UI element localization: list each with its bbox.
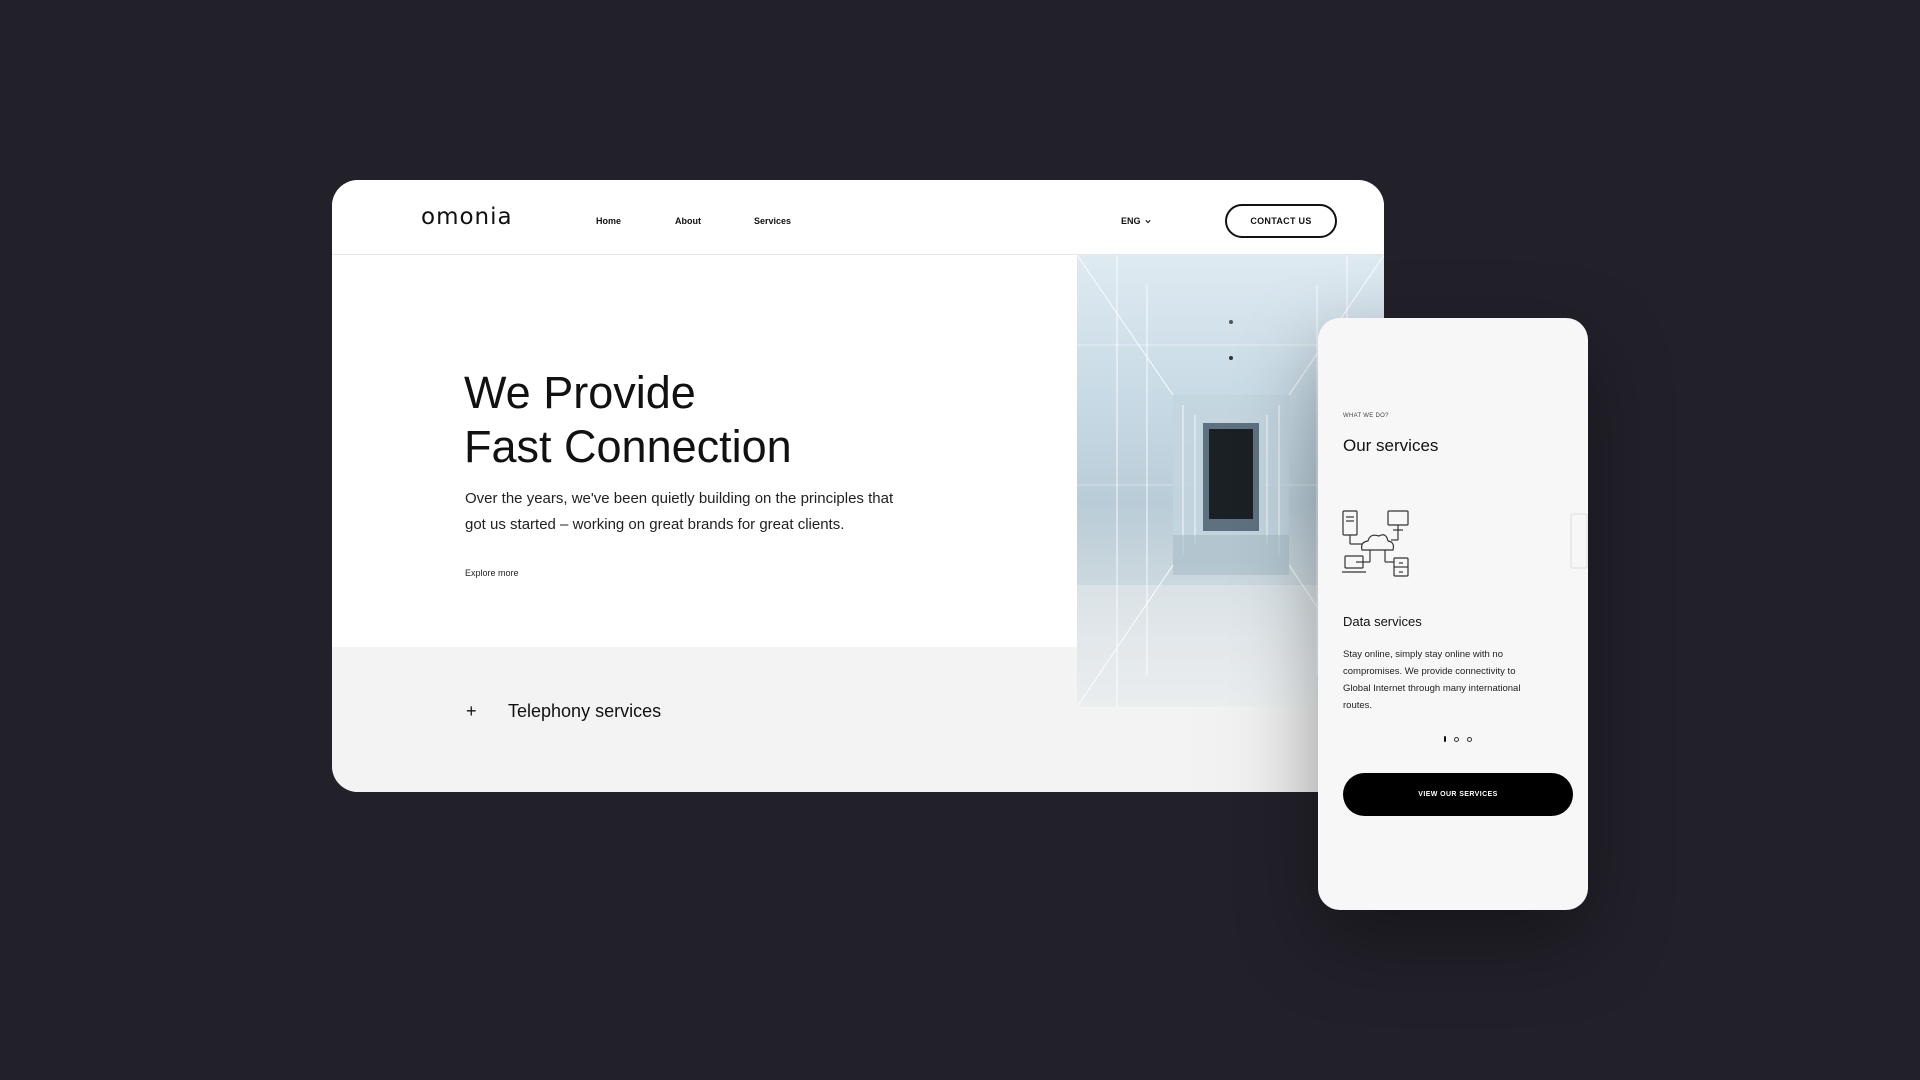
- nav-home[interactable]: Home: [596, 216, 621, 226]
- hero-title: We Provide Fast Connection: [464, 366, 1024, 474]
- card-title: Data services: [1343, 614, 1422, 629]
- carousel-pager: [1444, 736, 1472, 742]
- header: omonia Home About Services ENG CONTACT U…: [332, 180, 1384, 255]
- pager-dot[interactable]: [1454, 736, 1459, 742]
- nav-about[interactable]: About: [675, 216, 701, 226]
- section-eyebrow: WHAT WE DO?: [1343, 413, 1389, 419]
- pager-dot[interactable]: [1467, 736, 1472, 742]
- desktop-mockup: omonia Home About Services ENG CONTACT U…: [332, 180, 1384, 792]
- language-selector[interactable]: ENG: [1121, 216, 1151, 226]
- next-card-icon: [1570, 513, 1588, 569]
- card-description: Stay online, simply stay online with no …: [1343, 649, 1521, 711]
- hero-description: Over the years, we've been quietly build…: [465, 490, 894, 533]
- chevron-down-icon: [1145, 219, 1151, 224]
- logo[interactable]: omonia: [421, 204, 513, 230]
- plus-icon[interactable]: +: [466, 701, 477, 722]
- explore-more-link[interactable]: Explore more: [465, 568, 519, 578]
- pager-dot-active[interactable]: [1444, 736, 1446, 742]
- language-label: ENG: [1121, 216, 1141, 226]
- section-title: Our services: [1343, 436, 1439, 455]
- view-our-services-button[interactable]: VIEW OUR SERVICES: [1343, 773, 1573, 816]
- network-cloud-icon: [1342, 510, 1409, 577]
- contact-us-button[interactable]: CONTACT US: [1225, 204, 1337, 238]
- accordion-item-telephony[interactable]: Telephony services: [508, 701, 661, 722]
- mobile-mockup: WHAT WE DO? Our services Data services S…: [1318, 318, 1588, 910]
- hero-title-line-1: We Provide: [464, 367, 696, 418]
- hero-title-line-2: Fast Connection: [464, 421, 792, 472]
- nav-services[interactable]: Services: [754, 216, 791, 226]
